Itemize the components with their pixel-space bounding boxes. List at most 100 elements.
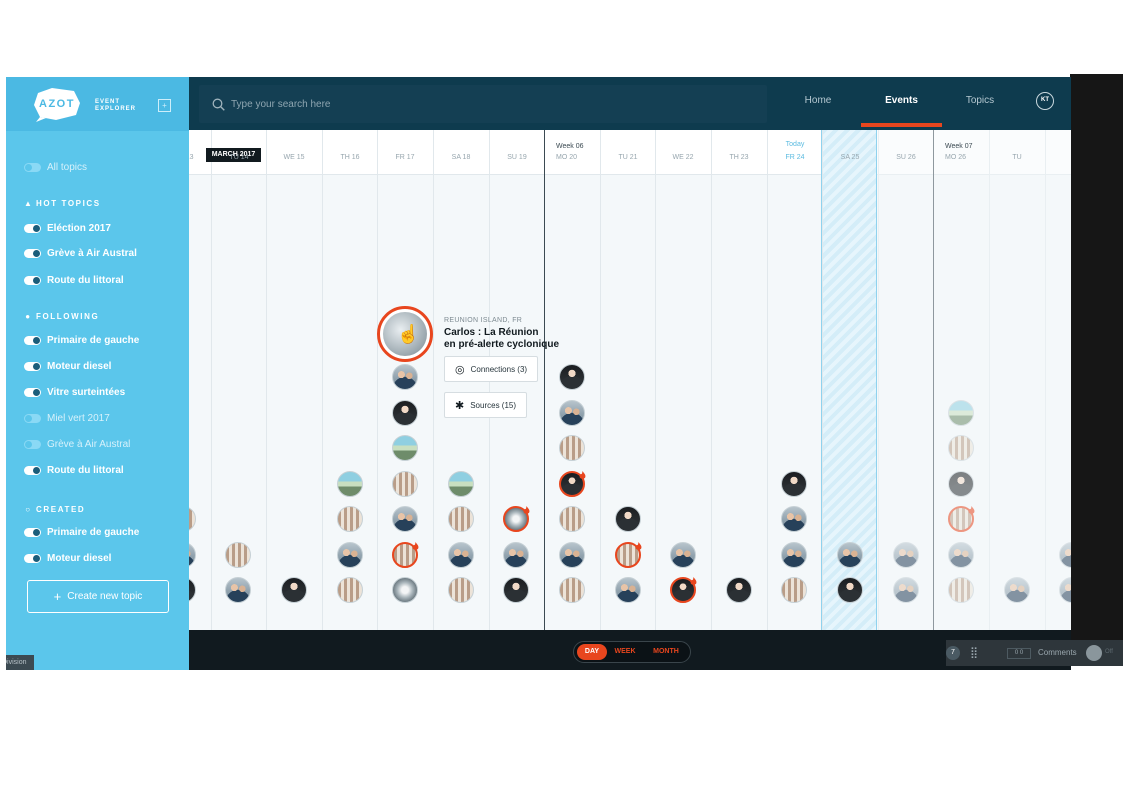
sidebar-item-all-topics[interactable]: All topics xyxy=(24,159,87,175)
event-dot[interactable] xyxy=(781,506,807,532)
event-dot[interactable] xyxy=(189,506,196,532)
event-dot[interactable] xyxy=(837,542,863,568)
create-new-topic-button[interactable]: + Create new topic xyxy=(27,580,169,613)
notification-badge[interactable]: 7 xyxy=(946,646,960,660)
search-box[interactable] xyxy=(199,85,767,123)
event-dot[interactable] xyxy=(559,542,585,568)
sidebar-item-primaire-de-gauche[interactable]: Primaire de gauche xyxy=(24,332,139,348)
sidebar-item-greve-air-austral[interactable]: Grève à Air Austral xyxy=(24,245,137,261)
event-dot[interactable] xyxy=(337,542,363,568)
zoom-month-button[interactable]: MONTH xyxy=(646,644,686,660)
flame-icon xyxy=(523,502,530,514)
toggle-switch[interactable] xyxy=(24,527,41,537)
day-label[interactable]: FR 24 xyxy=(767,154,823,161)
day-label[interactable]: TH 16 xyxy=(322,154,378,161)
event-dot[interactable] xyxy=(225,577,251,603)
sidebar-item-primaire-de-gauche-created[interactable]: Primaire de gauche xyxy=(24,524,139,540)
sidebar-item-greve-air-austral-following[interactable]: Grève à Air Austral xyxy=(24,436,130,452)
event-dot[interactable] xyxy=(559,400,585,426)
flame-icon xyxy=(412,538,419,550)
day-label[interactable]: TU 21 xyxy=(600,154,656,161)
search-icon xyxy=(212,98,225,111)
event-dot[interactable] xyxy=(448,471,474,497)
azot-logo[interactable]: AZOT xyxy=(32,87,82,122)
event-dot[interactable] xyxy=(781,542,807,568)
event-dot[interactable] xyxy=(559,506,585,532)
sidebar-item-route-du-littoral[interactable]: Route du littoral xyxy=(24,272,124,288)
sidebar-item-vitre-surteintees[interactable]: Vitre surteintées xyxy=(24,384,125,400)
sidebar-item-election-2017[interactable]: Eléction 2017 xyxy=(24,220,111,236)
toggle-switch[interactable] xyxy=(24,248,41,258)
event-dot[interactable] xyxy=(225,542,251,568)
day-label[interactable]: TH 23 xyxy=(711,154,767,161)
event-dot[interactable] xyxy=(189,577,196,603)
toggle-switch[interactable] xyxy=(24,223,41,233)
event-dot[interactable] xyxy=(392,400,418,426)
comments-label[interactable]: Comments xyxy=(1038,648,1077,657)
event-dot[interactable] xyxy=(670,542,696,568)
event-dot[interactable] xyxy=(448,506,474,532)
event-dot[interactable] xyxy=(337,577,363,603)
zoom-day-button[interactable]: DAY xyxy=(577,644,607,660)
event-dot[interactable] xyxy=(837,577,863,603)
collapse-sidebar-button[interactable]: + xyxy=(158,99,171,112)
event-dot[interactable] xyxy=(781,577,807,603)
sidebar-item-moteur-diesel[interactable]: Moteur diesel xyxy=(24,358,111,374)
day-label[interactable]: MO 13 xyxy=(189,154,211,161)
featured-event-marker[interactable]: ☝ xyxy=(377,306,433,362)
day-label[interactable]: TU xyxy=(989,154,1045,161)
day-label[interactable]: SU 26 xyxy=(878,154,934,161)
event-dot[interactable] xyxy=(503,542,529,568)
day-label[interactable]: WE 15 xyxy=(266,154,322,161)
event-dot[interactable] xyxy=(559,364,585,390)
toggle-switch[interactable] xyxy=(24,335,41,345)
sidebar: AZOT EVENT EXPLORER + All topics ▲ HOT T… xyxy=(6,77,189,670)
day-label[interactable]: FR 17 xyxy=(377,154,433,161)
grid-icon[interactable]: ⣿ xyxy=(970,647,984,659)
day-label[interactable]: TU 14 xyxy=(211,154,267,161)
event-dot[interactable] xyxy=(281,577,307,603)
event-dot[interactable] xyxy=(503,577,529,603)
event-dot[interactable] xyxy=(337,471,363,497)
event-dot[interactable] xyxy=(392,435,418,461)
event-dot[interactable] xyxy=(337,506,363,532)
user-avatar[interactable]: KT xyxy=(1036,92,1054,110)
day-label[interactable]: SU 19 xyxy=(489,154,545,161)
event-dot[interactable] xyxy=(189,542,196,568)
event-dot[interactable] xyxy=(392,364,418,390)
sidebar-item-route-du-littoral-following[interactable]: Route du littoral xyxy=(24,462,124,478)
division-tab[interactable]: Division xyxy=(6,655,34,670)
day-label[interactable]: SA 18 xyxy=(433,154,489,161)
toggle-switch[interactable] xyxy=(24,553,41,563)
zoom-week-button[interactable]: WEEK xyxy=(610,644,640,660)
event-dot[interactable] xyxy=(615,506,641,532)
day-label[interactable]: SA 25 xyxy=(822,154,878,161)
event-dot[interactable] xyxy=(781,471,807,497)
toggle-switch[interactable] xyxy=(24,361,41,371)
sidebar-item-moteur-diesel-created[interactable]: Moteur diesel xyxy=(24,550,111,566)
toggle-switch[interactable] xyxy=(24,275,41,285)
event-dot[interactable] xyxy=(615,577,641,603)
event-dot[interactable] xyxy=(448,542,474,568)
toggle-switch[interactable] xyxy=(24,439,41,449)
sidebar-item-miel-vert-2017[interactable]: Miel vert 2017 xyxy=(24,410,110,426)
event-dot[interactable] xyxy=(559,577,585,603)
nav-topics[interactable]: Topics xyxy=(952,77,1008,130)
connections-button[interactable]: ◎ Connections (3) xyxy=(444,356,539,382)
sources-button[interactable]: ✱ Sources (15) xyxy=(444,392,528,418)
toggle-switch[interactable] xyxy=(24,162,41,172)
search-input[interactable] xyxy=(231,98,731,110)
event-dot[interactable] xyxy=(559,435,585,461)
event-dot[interactable] xyxy=(448,577,474,603)
event-dot[interactable] xyxy=(392,471,418,497)
event-dot[interactable] xyxy=(726,577,752,603)
event-dot[interactable] xyxy=(392,577,418,603)
comments-toggle[interactable] xyxy=(1086,645,1102,661)
toggle-switch[interactable] xyxy=(24,465,41,475)
event-title[interactable]: Carlos : La Réunion en pré-alerte cyclon… xyxy=(444,327,584,351)
day-label[interactable]: WE 22 xyxy=(655,154,711,161)
toggle-switch[interactable] xyxy=(24,387,41,397)
event-dot[interactable] xyxy=(392,506,418,532)
nav-home[interactable]: Home xyxy=(789,77,847,130)
toggle-switch[interactable] xyxy=(24,413,41,423)
